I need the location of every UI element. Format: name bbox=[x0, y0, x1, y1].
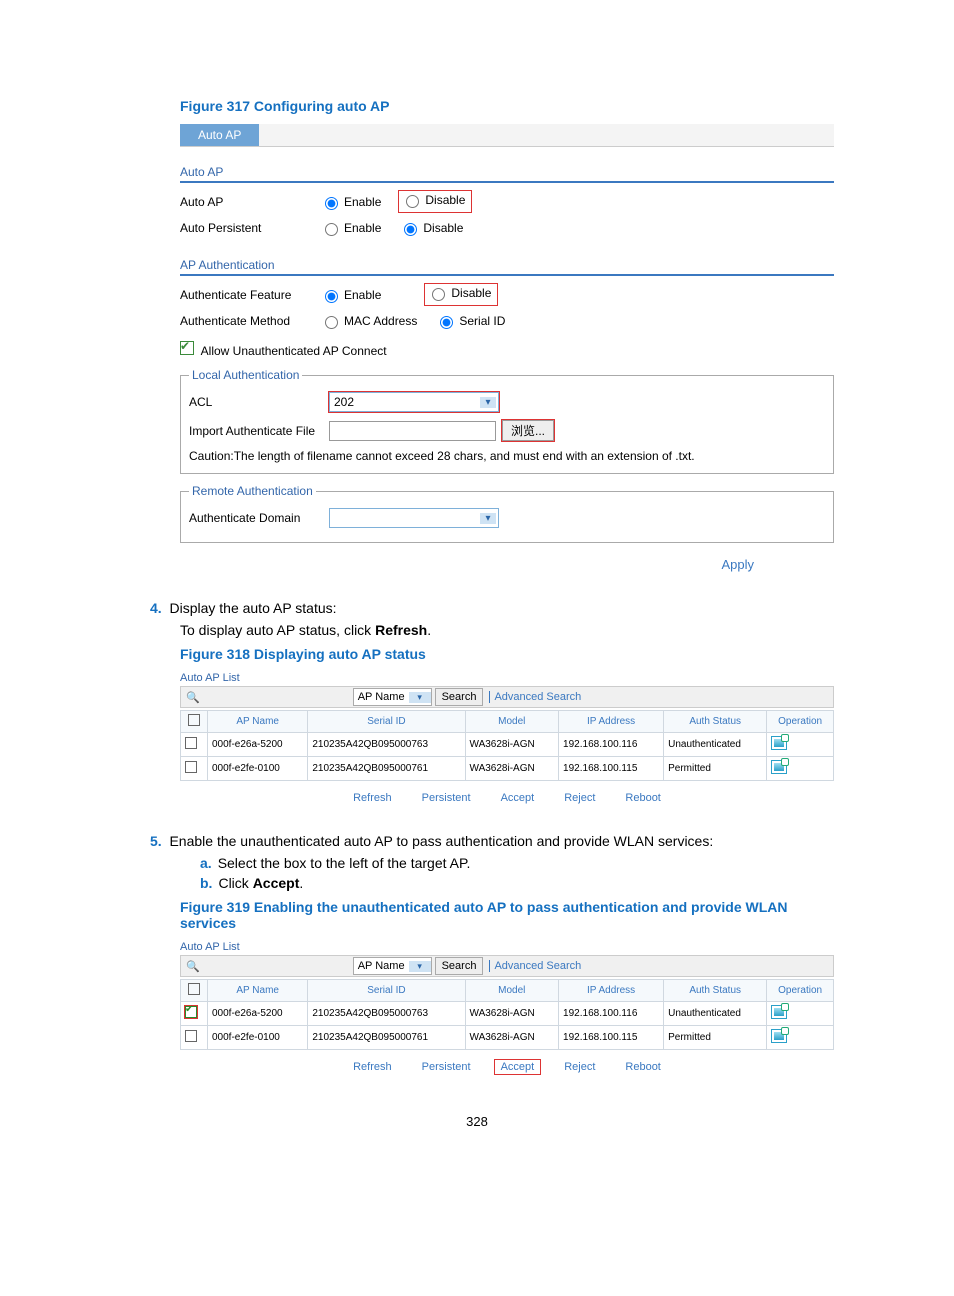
action-buttons: Refresh Persistent Accept Reject Reboot bbox=[180, 791, 834, 805]
table-row: 000f-e26a-5200 210235A42QB095000763 WA36… bbox=[181, 733, 834, 757]
operation-icon[interactable] bbox=[771, 760, 787, 774]
search-button[interactable]: Search bbox=[435, 957, 484, 975]
tab-bar: Auto AP bbox=[180, 124, 834, 147]
acl-select[interactable]: 202 ▾ bbox=[329, 392, 499, 412]
select-all-checkbox[interactable] bbox=[188, 983, 200, 995]
chevron-down-icon: ▾ bbox=[480, 397, 496, 408]
auto-ap-list-title: Auto AP List bbox=[180, 941, 834, 953]
chevron-down-icon: ▾ bbox=[409, 961, 431, 972]
search-icon: 🔍 bbox=[181, 960, 205, 973]
table-row: 000f-e2fe-0100 210235A42QB095000761 WA36… bbox=[181, 1026, 834, 1050]
allow-unauth-checkbox[interactable] bbox=[180, 341, 194, 355]
row-checkbox[interactable] bbox=[185, 761, 197, 773]
operation-icon[interactable] bbox=[771, 1029, 787, 1043]
auto-ap-disable-radio[interactable]: Disable bbox=[401, 192, 465, 208]
operation-icon[interactable] bbox=[771, 1005, 787, 1019]
label-auto-persistent: Auto Persistent bbox=[180, 221, 320, 235]
reject-button[interactable]: Reject bbox=[558, 791, 601, 805]
page-number: 328 bbox=[120, 1114, 834, 1129]
chevron-down-icon: ▾ bbox=[409, 692, 431, 703]
table-row: 000f-e26a-5200 210235A42QB095000763 WA36… bbox=[181, 1002, 834, 1026]
auto-persistent-disable-radio[interactable]: Disable bbox=[399, 220, 463, 236]
label-auto-ap: Auto AP bbox=[180, 195, 320, 209]
caution-text: Caution:The length of filename cannot ex… bbox=[189, 449, 825, 463]
ap-table: AP Name Serial ID Model IP Address Auth … bbox=[180, 710, 834, 781]
search-icon: 🔍 bbox=[181, 691, 205, 704]
search-button[interactable]: Search bbox=[435, 688, 484, 706]
auth-method-mac-radio[interactable]: MAC Address bbox=[320, 313, 417, 329]
label-auth-method: Authenticate Method bbox=[180, 314, 320, 328]
accept-button[interactable]: Accept bbox=[495, 791, 541, 805]
advanced-search-link[interactable]: Advanced Search bbox=[489, 691, 581, 703]
browse-button[interactable]: 浏览... bbox=[502, 420, 554, 441]
search-input[interactable] bbox=[205, 690, 351, 704]
label-import-file: Import Authenticate File bbox=[189, 424, 329, 438]
chevron-down-icon: ▾ bbox=[480, 513, 496, 524]
tab-auto-ap[interactable]: Auto AP bbox=[180, 124, 259, 146]
figure-319-caption: Figure 319 Enabling the unauthenticated … bbox=[180, 899, 834, 931]
auto-persistent-enable-radio[interactable]: Enable bbox=[320, 220, 381, 236]
label-auth-feature: Authenticate Feature bbox=[180, 288, 320, 302]
row-checkbox[interactable] bbox=[185, 737, 197, 749]
persistent-button[interactable]: Persistent bbox=[416, 1060, 477, 1074]
operation-icon[interactable] bbox=[771, 736, 787, 750]
search-input[interactable] bbox=[205, 959, 351, 973]
legend-remote-auth: Remote Authentication bbox=[189, 484, 316, 498]
auth-domain-select[interactable]: ▾ bbox=[329, 508, 499, 528]
fieldset-local-auth: Local Authentication ACL 202 ▾ Import Au… bbox=[180, 368, 834, 474]
accept-button[interactable]: Accept bbox=[495, 1060, 541, 1074]
label-acl: ACL bbox=[189, 395, 329, 409]
search-field-select[interactable]: AP Name ▾ bbox=[353, 957, 432, 975]
figure-319: Auto AP List 🔍 AP Name ▾ Search Advanced… bbox=[180, 941, 834, 1074]
figure-318: Auto AP List 🔍 AP Name ▾ Search Advanced… bbox=[180, 672, 834, 805]
section-auto-ap-title: Auto AP bbox=[180, 165, 834, 179]
figure-318-caption: Figure 318 Displaying auto AP status bbox=[180, 646, 834, 662]
figure-317-caption: Figure 317 Configuring auto AP bbox=[180, 98, 834, 114]
auth-method-serial-radio[interactable]: Serial ID bbox=[435, 313, 505, 329]
refresh-button[interactable]: Refresh bbox=[347, 791, 398, 805]
section-ap-auth-title: AP Authentication bbox=[180, 258, 834, 272]
search-field-select[interactable]: AP Name ▾ bbox=[353, 688, 432, 706]
label-auth-domain: Authenticate Domain bbox=[189, 511, 329, 525]
import-file-field[interactable] bbox=[329, 421, 496, 441]
reboot-button[interactable]: Reboot bbox=[619, 791, 666, 805]
legend-local-auth: Local Authentication bbox=[189, 368, 302, 382]
auth-feature-enable-radio[interactable]: Enable bbox=[320, 287, 381, 303]
figure-317: Auto AP Auto AP Auto AP Enable Disable A… bbox=[180, 124, 834, 572]
reject-button[interactable]: Reject bbox=[558, 1060, 601, 1074]
ap-table: AP Name Serial ID Model IP Address Auth … bbox=[180, 979, 834, 1050]
row-checkbox[interactable] bbox=[185, 1030, 197, 1042]
reboot-button[interactable]: Reboot bbox=[619, 1060, 666, 1074]
search-bar: 🔍 AP Name ▾ Search Advanced Search bbox=[180, 686, 834, 708]
auth-feature-disable-radio[interactable]: Disable bbox=[427, 285, 491, 301]
auto-ap-list-title: Auto AP List bbox=[180, 672, 834, 684]
action-buttons: Refresh Persistent Accept Reject Reboot bbox=[180, 1060, 834, 1074]
search-bar: 🔍 AP Name ▾ Search Advanced Search bbox=[180, 955, 834, 977]
auto-ap-enable-radio[interactable]: Enable bbox=[320, 194, 381, 210]
table-row: 000f-e2fe-0100 210235A42QB095000761 WA36… bbox=[181, 757, 834, 781]
refresh-button[interactable]: Refresh bbox=[347, 1060, 398, 1074]
allow-unauth-label: Allow Unauthenticated AP Connect bbox=[201, 344, 387, 358]
advanced-search-link[interactable]: Advanced Search bbox=[489, 960, 581, 972]
row-checkbox[interactable] bbox=[185, 1006, 197, 1018]
fieldset-remote-auth: Remote Authentication Authenticate Domai… bbox=[180, 484, 834, 543]
persistent-button[interactable]: Persistent bbox=[416, 791, 477, 805]
apply-button[interactable]: Apply bbox=[180, 549, 834, 572]
select-all-checkbox[interactable] bbox=[188, 714, 200, 726]
